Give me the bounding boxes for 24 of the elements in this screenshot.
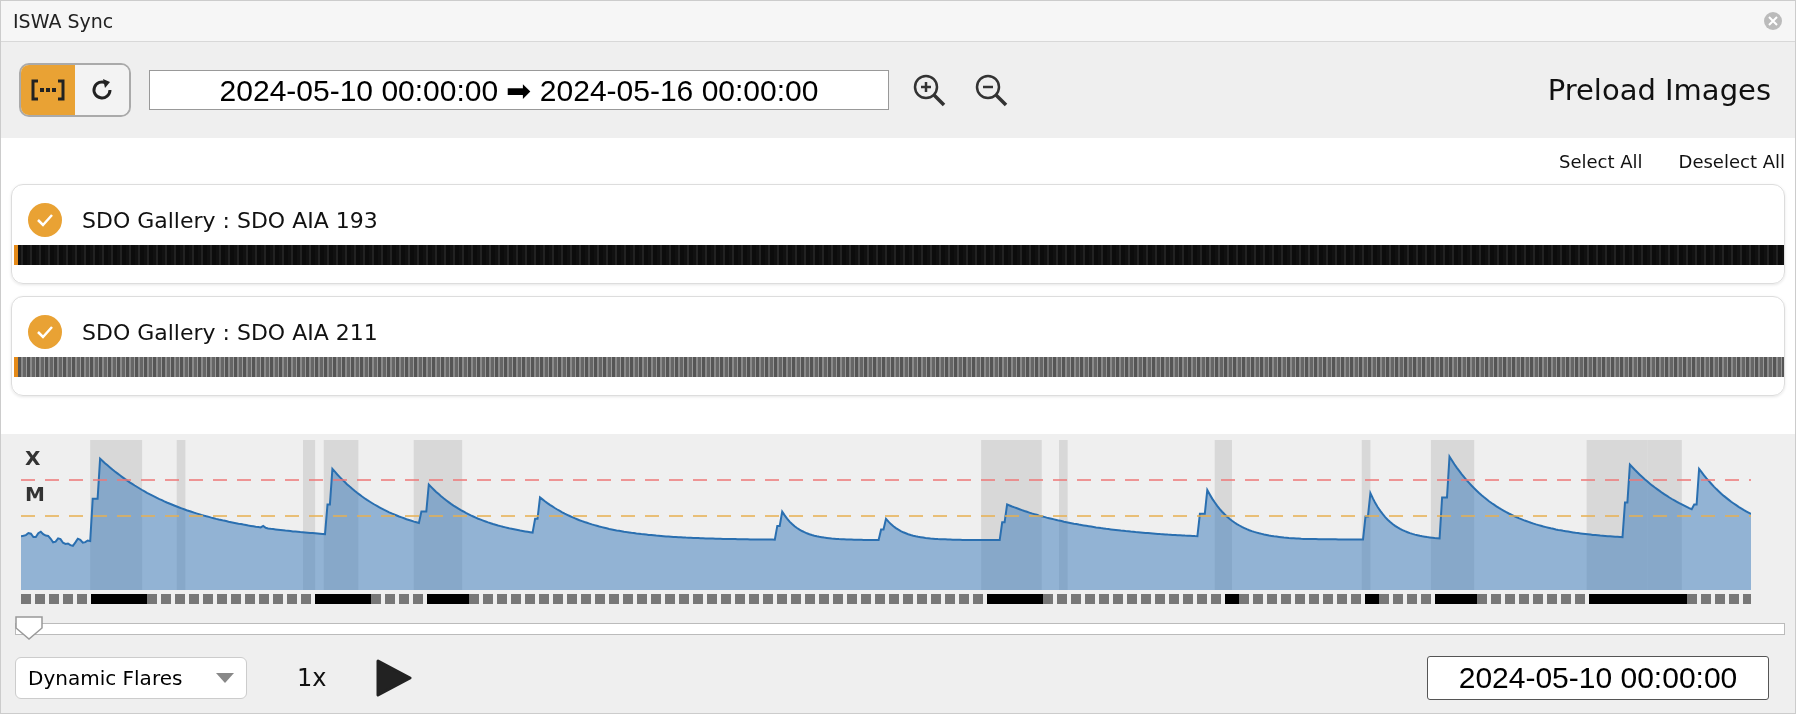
channel-label: SDO Gallery : SDO AIA 193 (82, 207, 378, 233)
preload-images-button[interactable]: Preload Images (1541, 72, 1777, 108)
deselect-all-link[interactable]: Deselect All (1678, 150, 1785, 172)
checkbox[interactable] (28, 315, 62, 349)
play-button[interactable] (376, 659, 413, 697)
checkmark-icon (36, 213, 54, 227)
time-slider[interactable] (15, 616, 1785, 642)
checkmark-icon (36, 325, 54, 339)
speed-label[interactable]: 1x (297, 664, 327, 692)
current-time-field[interactable]: 2024-05-10 00:00:00 (1427, 656, 1769, 700)
flare-class-label: M (25, 482, 45, 506)
checkbox[interactable] (28, 203, 62, 237)
channel-label: SDO Gallery : SDO AIA 211 (82, 319, 378, 345)
range-toggle-button[interactable] (21, 65, 75, 115)
window-title: ISWA Sync (13, 10, 114, 32)
slider-thumb[interactable] (15, 616, 43, 640)
close-icon[interactable] (1763, 11, 1783, 31)
flare-class-label: X (25, 446, 41, 470)
refresh-button[interactable] (75, 65, 129, 115)
date-range-field[interactable]: 2024-05-10 00:00:00 ➡ 2024-05-16 00:00:00 (149, 70, 889, 110)
bracket-dots-icon (31, 79, 65, 101)
select-all-link[interactable]: Select All (1558, 150, 1643, 172)
mode-dropdown[interactable]: Dynamic Flares (15, 657, 247, 699)
caret-icon (216, 673, 234, 683)
